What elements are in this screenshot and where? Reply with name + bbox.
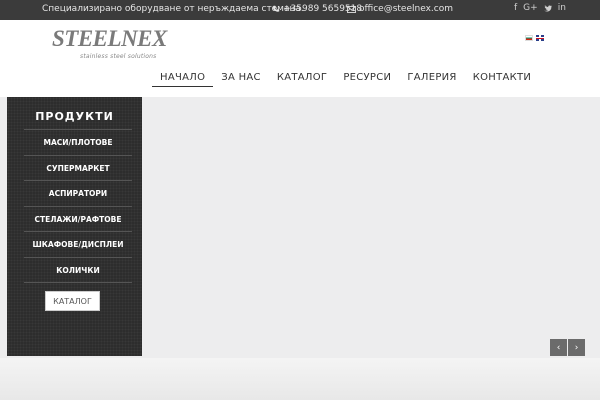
- page-bottom-band: [0, 358, 600, 400]
- top-bar: Специализирано оборудване от неръждаема …: [0, 0, 600, 20]
- sidebar-item-cabinets[interactable]: ШКАФОВЕ/ДИСПЛЕИ: [24, 231, 132, 257]
- logo-tagline: stainless steel solutions: [80, 53, 157, 60]
- chevron-left-icon[interactable]: ‹: [550, 339, 567, 356]
- nav-item-resources[interactable]: РЕСУРСИ: [335, 72, 399, 87]
- linkedin-icon[interactable]: in: [558, 3, 566, 13]
- sidebar-item-supermarket[interactable]: СУПЕРМАРКЕТ: [24, 154, 132, 181]
- google-plus-icon[interactable]: G+: [523, 3, 538, 13]
- logo-wordmark: STEELNEX: [52, 26, 167, 51]
- sidebar-item-tables[interactable]: МАСИ/ПЛОТОВЕ: [24, 129, 132, 155]
- main-nav: НАЧАЛО ЗА НАС КАТАЛОГ РЕСУРСИ ГАЛЕРИЯ КО…: [152, 72, 539, 87]
- bulgarian-flag-icon[interactable]: [525, 35, 533, 41]
- email-contact[interactable]: office@steelnex.com: [347, 4, 453, 14]
- products-sidebar: ПРОДУКТИ МАСИ/ПЛОТОВЕ СУПЕРМАРКЕТ АСПИРА…: [7, 97, 142, 356]
- language-switcher: [525, 35, 544, 41]
- nav-item-home[interactable]: НАЧАЛО: [152, 72, 214, 87]
- slider-controls: ‹ ›: [550, 339, 585, 356]
- products-menu: МАСИ/ПЛОТОВЕ СУПЕРМАРКЕТ АСПИРАТОРИ СТЕЛ…: [24, 129, 132, 283]
- sidebar-item-hoods[interactable]: АСПИРАТОРИ: [24, 180, 132, 206]
- nav-item-gallery[interactable]: ГАЛЕРИЯ: [399, 72, 464, 87]
- social-links: f G+ in: [514, 3, 566, 13]
- sidebar-title: ПРОДУКТИ: [35, 110, 114, 123]
- sidebar-item-shelves[interactable]: СТЕЛАЖИ/РАФТОВЕ: [24, 205, 132, 232]
- phone-icon: [273, 5, 280, 12]
- steelnex-logo[interactable]: STEELNEX stainless steel solutions: [52, 26, 167, 64]
- envelope-icon: [347, 5, 356, 13]
- sidebar-item-trolleys[interactable]: КОЛИЧКИ: [24, 256, 132, 283]
- email-address: office@steelnex.com: [359, 4, 453, 14]
- nav-item-catalog[interactable]: КАТАЛОГ: [269, 72, 335, 87]
- nav-item-contacts[interactable]: КОНТАКТИ: [465, 72, 540, 87]
- facebook-icon[interactable]: f: [514, 3, 517, 13]
- chevron-right-icon[interactable]: ›: [568, 339, 585, 356]
- header: STEELNEX stainless steel solutions НАЧАЛ…: [0, 20, 600, 97]
- nav-item-about[interactable]: ЗА НАС: [213, 72, 269, 87]
- english-flag-icon[interactable]: [536, 35, 544, 41]
- twitter-icon[interactable]: [543, 4, 552, 12]
- catalog-button[interactable]: КАТАЛОГ: [45, 291, 100, 311]
- tagline: Специализирано оборудване от неръждаема …: [42, 4, 304, 14]
